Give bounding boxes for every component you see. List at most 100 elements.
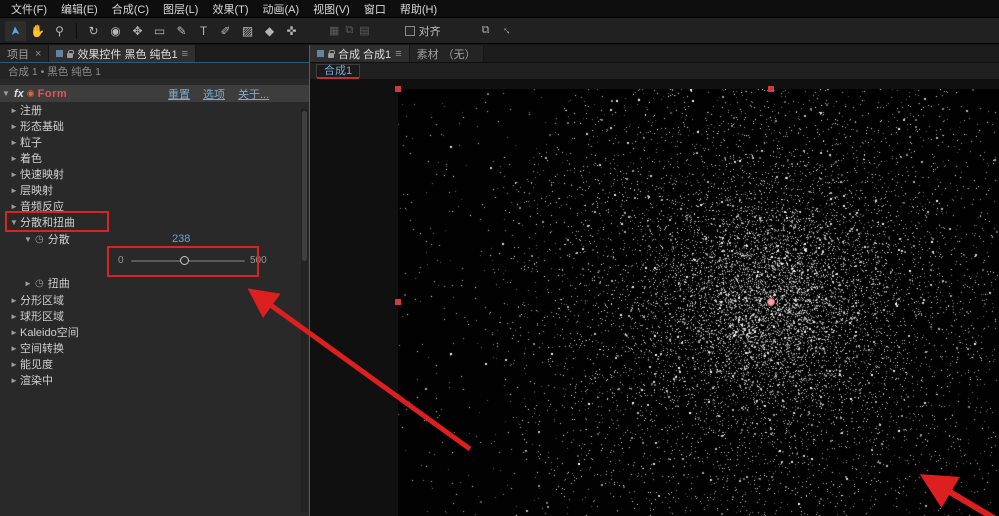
twirl-collapsed-icon[interactable]: ►: [22, 279, 34, 288]
twirl-expanded-icon[interactable]: ▼: [0, 89, 12, 98]
stamp-tool-icon[interactable]: ▨: [237, 21, 258, 41]
disperse-slider-handle[interactable]: [180, 256, 189, 265]
prop-label: 快速映射: [20, 166, 64, 182]
prop-row-base-form[interactable]: ► 形态基础: [0, 118, 309, 134]
prop-row-layer-maps[interactable]: ► 层映射: [0, 182, 309, 198]
menu-composition[interactable]: 合成(C): [105, 1, 156, 17]
disperse-slider[interactable]: [131, 260, 245, 262]
prop-row-fractal-field[interactable]: ► 分形区域: [0, 292, 309, 308]
prop-row-world-transform[interactable]: ► 空间转换: [0, 340, 309, 356]
twirl-expanded-icon[interactable]: ▼: [8, 218, 20, 227]
prop-row-disperse-twist[interactable]: ▼ 分散和扭曲: [0, 214, 309, 230]
menu-layer[interactable]: 图层(L): [156, 1, 205, 17]
prop-row-disperse[interactable]: ▼ ◷ 分散 238: [0, 230, 309, 248]
brush-tool-icon[interactable]: ✐: [215, 21, 236, 41]
twirl-collapsed-icon[interactable]: ►: [8, 328, 20, 337]
scrollbar-thumb[interactable]: [302, 111, 307, 261]
prop-label: 分散和扭曲: [20, 214, 75, 230]
form-logo-icon: ◉: [27, 88, 35, 99]
twirl-collapsed-icon[interactable]: ►: [8, 376, 20, 385]
menu-animation[interactable]: 动画(A): [256, 1, 307, 17]
prop-label: 球形区域: [20, 308, 64, 324]
twirl-collapsed-icon[interactable]: ►: [8, 170, 20, 179]
options-link[interactable]: 选项: [203, 86, 225, 102]
menu-window[interactable]: 窗口: [357, 1, 393, 17]
panel-menu-icon[interactable]: ≡: [182, 48, 188, 60]
text-tool-icon[interactable]: T: [193, 21, 214, 41]
zoom-tool-icon[interactable]: ⚲: [49, 21, 70, 41]
camera-tool-icon[interactable]: ◉: [105, 21, 126, 41]
left-panel-scrollbar[interactable]: [301, 109, 308, 512]
stopwatch-icon[interactable]: ◷: [35, 278, 44, 289]
tab-composition[interactable]: 合成 合成1 ≡: [310, 45, 410, 62]
reset-link[interactable]: 重置: [168, 86, 190, 102]
hand-tool-icon[interactable]: ✋: [27, 21, 48, 41]
tab-project[interactable]: 项目 ×: [0, 45, 49, 62]
prop-row-quick-maps[interactable]: ► 快速映射: [0, 166, 309, 182]
close-icon[interactable]: ×: [35, 48, 41, 60]
prop-row-rendering[interactable]: ► 渲染中: [0, 372, 309, 388]
twirl-collapsed-icon[interactable]: ►: [8, 360, 20, 369]
workspace-icons: ▦ ⧉ ▤: [329, 24, 370, 37]
active-composition-chip[interactable]: 合成1: [316, 64, 360, 78]
prop-row-audio-react[interactable]: ► 音频反应: [0, 198, 309, 214]
stopwatch-icon[interactable]: ◷: [35, 234, 44, 245]
prop-row-kaleidospace[interactable]: ► Kaleido空间: [0, 324, 309, 340]
pan-behind-tool-icon[interactable]: ✥: [127, 21, 148, 41]
effect-header-form[interactable]: ▼ fx ◉ Form 重置 选项 关于...: [0, 85, 309, 102]
resize-region-icon[interactable]: ↔: [502, 24, 513, 37]
twirl-collapsed-icon[interactable]: ►: [8, 186, 20, 195]
shape-tool-icon[interactable]: ▭: [149, 21, 170, 41]
composition-frame[interactable]: [398, 89, 999, 516]
composition-viewer[interactable]: [310, 79, 999, 516]
prop-row-twist[interactable]: ► ◷ 扭曲: [0, 274, 309, 292]
main-area: 项目 × 效果控件 黑色 纯色1 ≡ 合成 1 • 黑色 纯色 1 ▼ fx ◉…: [0, 45, 999, 516]
twirl-collapsed-icon[interactable]: ►: [8, 296, 20, 305]
layer-handle-top-center[interactable]: [768, 86, 774, 92]
tool-bar: ➤ ✋ ⚲ ↻ ◉ ✥ ▭ ✎ T ✐ ▨ ◆ ✜ ▦ ⧉ ▤ 对齐 ⧉ ↔: [0, 18, 999, 44]
twirl-collapsed-icon[interactable]: ►: [8, 202, 20, 211]
panel-menu-icon[interactable]: ≡: [395, 48, 401, 60]
prop-label: 层映射: [20, 182, 53, 198]
prop-row-shading[interactable]: ► 着色: [0, 150, 309, 166]
tab-effect-controls[interactable]: 效果控件 黑色 纯色1 ≡: [49, 45, 196, 62]
viewer-tabs: 合成 合成1 ≡ 素材 （无）: [310, 45, 999, 63]
prop-label: 音频反应: [20, 198, 64, 214]
about-link[interactable]: 关于...: [238, 86, 269, 102]
twirl-expanded-icon[interactable]: ▼: [22, 235, 34, 244]
twirl-collapsed-icon[interactable]: ►: [8, 106, 20, 115]
prop-row-licensing[interactable]: ► 注册: [0, 102, 309, 118]
prop-row-spherical-field[interactable]: ► 球形区域: [0, 308, 309, 324]
menu-file[interactable]: 文件(F): [4, 1, 54, 17]
menu-edit[interactable]: 编辑(E): [54, 1, 105, 17]
puppet-tool-icon[interactable]: ✜: [281, 21, 302, 41]
prop-label: 着色: [20, 150, 42, 166]
twirl-collapsed-icon[interactable]: ►: [8, 122, 20, 131]
search-region-icon[interactable]: ⧉: [482, 24, 490, 37]
prop-row-particle[interactable]: ► 粒子: [0, 134, 309, 150]
eraser-tool-icon[interactable]: ◆: [259, 21, 280, 41]
twirl-collapsed-icon[interactable]: ►: [8, 344, 20, 353]
prop-label: 空间转换: [20, 340, 64, 356]
layer-anchor-point[interactable]: [767, 298, 775, 306]
twirl-collapsed-icon[interactable]: ►: [8, 138, 20, 147]
menu-effect[interactable]: 效果(T): [205, 1, 255, 17]
selection-tool-icon[interactable]: ➤: [5, 21, 26, 41]
menu-bar: 文件(F) 编辑(E) 合成(C) 图层(L) 效果(T) 动画(A) 视图(V…: [0, 0, 999, 18]
snap-checkbox[interactable]: [405, 26, 415, 36]
twirl-collapsed-icon[interactable]: ►: [8, 312, 20, 321]
menu-view[interactable]: 视图(V): [306, 1, 357, 17]
layer-handle-top-left[interactable]: [395, 86, 401, 92]
pen-tool-icon[interactable]: ✎: [171, 21, 192, 41]
twirl-collapsed-icon[interactable]: ►: [8, 154, 20, 163]
effect-target-breadcrumb: 合成 1 • 黑色 纯色 1: [0, 63, 309, 79]
fx-badge-icon[interactable]: fx: [14, 88, 24, 100]
rotate-tool-icon[interactable]: ↻: [83, 21, 104, 41]
disperse-value[interactable]: 238: [172, 233, 190, 245]
tab-footage[interactable]: 素材 （无）: [410, 45, 484, 62]
lock-icon: [67, 53, 73, 58]
prop-row-visibility[interactable]: ► 能见度: [0, 356, 309, 372]
menu-help[interactable]: 帮助(H): [393, 1, 444, 17]
layer-handle-left-middle[interactable]: [395, 299, 401, 305]
prop-label: Kaleido空间: [20, 324, 79, 340]
